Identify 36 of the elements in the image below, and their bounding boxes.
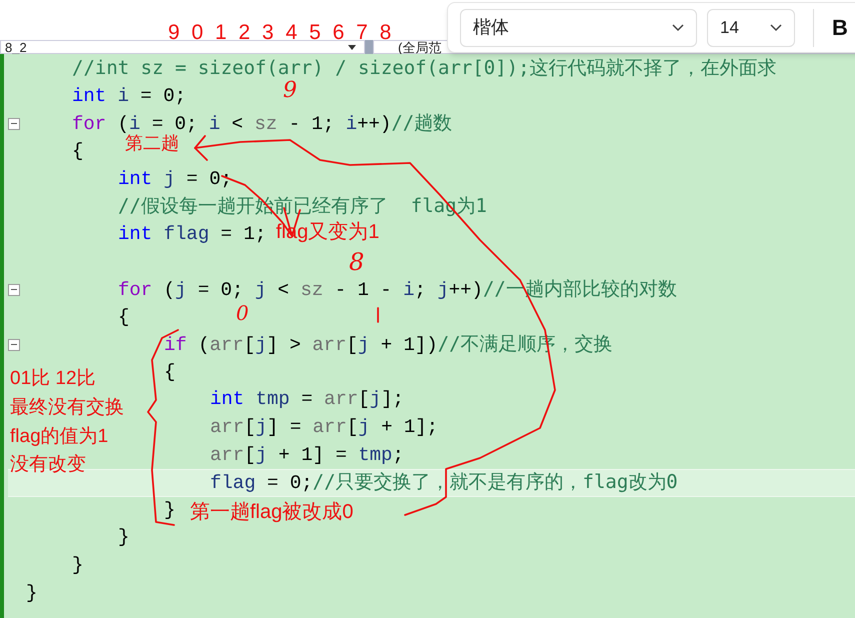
code-line: { [118,308,130,327]
code-line: { [72,142,84,162]
code-line: int flag = 1; [118,224,266,244]
code-line: } [118,528,130,548]
handwritten-note: 01比 12比 [10,369,96,388]
code-line: int j = 0; [118,170,232,189]
code-line: int tmp = arr[j]; [210,390,404,410]
bold-button[interactable]: B [832,11,848,44]
handwritten-digit: 8 [349,250,364,274]
handwritten-note: 没有改变 [10,455,86,474]
code-line: { [164,362,176,382]
font-dropdown[interactable]: 楷体 [460,8,697,46]
collapse-icon[interactable] [8,118,20,130]
handwritten-note: 第一趟flag被改成0 [190,502,354,522]
handwritten-note: 最终没有交换 [10,398,124,417]
code-line: for (i = 0; i < sz - 1; i++)//趟数 [72,114,452,134]
code-line: int i = 0; [72,86,186,106]
code-line: } [164,500,176,520]
handwritten-digit: 0 [236,303,249,323]
handwritten-note: flag的值为1 [10,427,108,446]
code-line: arr[j + 1] = tmp; [210,446,404,465]
dropdown-arrow-icon [348,44,356,50]
chevron-down-icon [770,24,782,32]
chevron-down-icon [672,24,684,32]
code-line: arr[j] = arr[j + 1]; [210,418,438,438]
handwritten-note: 第二趟 [125,134,179,152]
code-line: //int sz = sizeof(arr) / sizeof(arr[0]);这行代码就不择了，在外面求 [72,58,777,79]
code-line: } [26,584,38,603]
collapse-icon[interactable] [8,338,20,351]
code-line: flag = 0;//只要交换了，就不是有序的，flag改为0 [210,472,678,493]
tick-mark [377,307,379,323]
code-line: } [72,556,84,575]
font-size-dropdown[interactable]: 14 [707,8,795,46]
handwritten-digit: 9 [283,80,297,102]
column-numbers: 9 0 1 2 3 4 5 6 7 8 [168,22,394,43]
collapse-icon[interactable] [8,284,20,296]
